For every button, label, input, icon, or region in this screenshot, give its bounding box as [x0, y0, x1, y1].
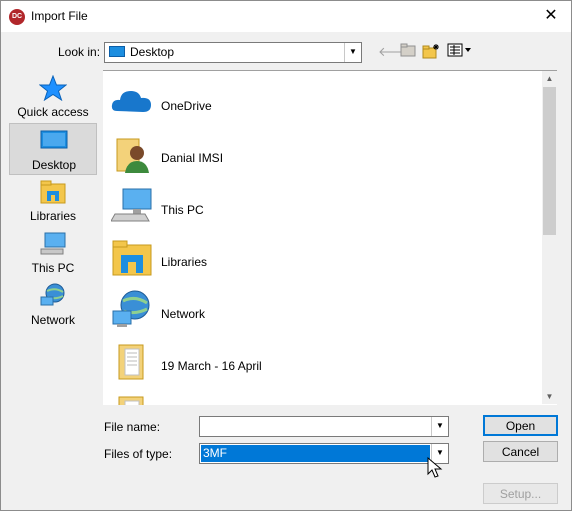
- places-bar: Quick access Desktop Libraries This PC N…: [9, 71, 97, 405]
- desktop-icon: [109, 46, 125, 57]
- place-network[interactable]: Network: [9, 279, 97, 331]
- computer-icon: [40, 232, 66, 255]
- libraries-folder-icon: [112, 240, 152, 276]
- place-label: Libraries: [29, 209, 77, 223]
- place-label: Desktop: [31, 158, 77, 172]
- file-list[interactable]: OneDrive Danial IMSI This PC Libraries N…: [103, 70, 557, 405]
- user-folder-icon: [116, 138, 149, 173]
- title-bar[interactable]: DC Import File ✕: [1, 1, 571, 32]
- list-item[interactable]: Libraries: [103, 231, 541, 283]
- file-name: Danial IMSI: [161, 151, 224, 165]
- file-name: 19 March - 16 April: [161, 359, 262, 373]
- place-libraries[interactable]: Libraries: [9, 175, 97, 227]
- list-item[interactable]: 19 March - 16 April: [103, 335, 541, 387]
- file-name-label: File name:: [104, 420, 161, 434]
- import-file-dialog: DC Import File ✕ Look in: Desktop ▼ 🡐 Qu…: [0, 0, 572, 511]
- up-folder-icon[interactable]: [399, 43, 417, 60]
- place-label: Network: [30, 313, 75, 327]
- star-icon: [39, 75, 67, 101]
- setup-button[interactable]: Setup...: [483, 483, 558, 504]
- list-item[interactable]: This PC: [103, 179, 541, 231]
- chevron-down-icon[interactable]: ▼: [344, 43, 361, 62]
- scroll-up-icon[interactable]: ▲: [542, 71, 557, 86]
- dialog-title: Import File: [31, 9, 88, 23]
- list-item[interactable]: OneDrive: [103, 75, 541, 127]
- list-item[interactable]: Network: [103, 283, 541, 335]
- network-icon: [112, 290, 150, 327]
- network-icon: [40, 283, 65, 306]
- cloud-icon: [111, 91, 151, 112]
- desktop-icon: [40, 130, 68, 149]
- folder-icon: [118, 344, 144, 380]
- look-in-label: Look in:: [58, 45, 101, 59]
- libraries-icon: [40, 180, 66, 204]
- place-quick-access[interactable]: Quick access: [9, 71, 97, 123]
- close-button[interactable]: ✕: [531, 1, 571, 32]
- cancel-button[interactable]: Cancel: [483, 441, 558, 462]
- scrollbar-thumb[interactable]: [543, 87, 556, 235]
- place-desktop[interactable]: Desktop: [9, 123, 97, 175]
- list-item[interactable]: Danial IMSI: [103, 127, 541, 179]
- vertical-scrollbar[interactable]: ▲ ▼: [542, 71, 557, 404]
- place-label: This PC: [31, 261, 75, 275]
- place-this-pc[interactable]: This PC: [9, 227, 97, 279]
- file-name: OneDrive: [161, 99, 212, 113]
- look-in-value: Desktop: [130, 45, 175, 59]
- folder-icon: [118, 396, 144, 405]
- open-button[interactable]: Open: [483, 415, 558, 436]
- chevron-down-icon[interactable]: ▼: [431, 417, 448, 436]
- list-item[interactable]: [103, 387, 541, 405]
- file-name: This PC: [161, 203, 204, 217]
- file-name-input[interactable]: ▼: [199, 416, 449, 437]
- place-label: Quick access: [17, 105, 89, 119]
- mouse-cursor-icon: [427, 457, 443, 478]
- view-menu-icon[interactable]: [447, 43, 473, 60]
- look-in-combobox[interactable]: Desktop ▼: [104, 42, 362, 63]
- scroll-down-icon[interactable]: ▼: [542, 389, 557, 404]
- file-name: Network: [161, 307, 206, 321]
- files-of-type-select[interactable]: 3MF ▼: [199, 443, 449, 464]
- files-of-type-label: Files of type:: [104, 447, 173, 461]
- new-folder-icon[interactable]: [422, 43, 440, 60]
- back-arrow-icon[interactable]: 🡐: [378, 43, 413, 60]
- computer-icon: [111, 188, 152, 222]
- file-name: Libraries: [161, 255, 208, 269]
- files-of-type-value: 3MF: [201, 445, 430, 462]
- app-icon: DC: [9, 9, 25, 25]
